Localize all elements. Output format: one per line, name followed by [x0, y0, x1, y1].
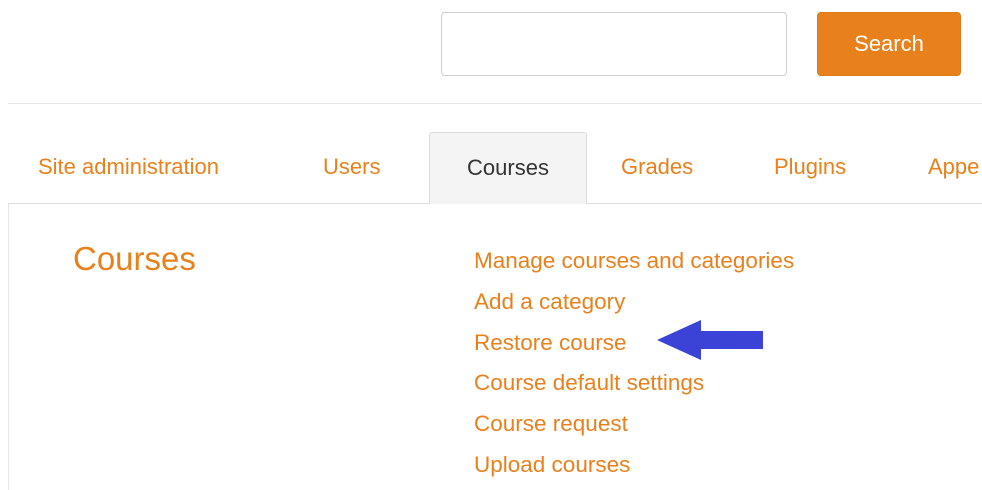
- section-title: Courses: [73, 240, 196, 277]
- tab-courses[interactable]: Courses: [429, 132, 587, 204]
- link-course-default-settings[interactable]: Course default settings: [474, 366, 794, 407]
- tab-plugins[interactable]: Plugins: [774, 132, 846, 203]
- tab-site-administration[interactable]: Site administration: [38, 132, 219, 203]
- arrow-left-icon: [657, 320, 763, 360]
- search-input[interactable]: [441, 12, 787, 76]
- admin-tabs: Site administration Users Courses Grades…: [8, 132, 982, 204]
- link-upload-courses[interactable]: Upload courses: [474, 448, 794, 489]
- link-course-request[interactable]: Course request: [474, 407, 794, 448]
- courses-link-list: Manage courses and categories Add a cate…: [474, 244, 794, 489]
- search-button[interactable]: Search: [817, 12, 961, 76]
- link-manage-courses-and-categories[interactable]: Manage courses and categories: [474, 244, 794, 285]
- header-divider: [8, 103, 982, 104]
- tab-grades[interactable]: Grades: [621, 132, 693, 203]
- tab-appearance[interactable]: Appe: [928, 132, 979, 203]
- tab-users[interactable]: Users: [323, 132, 380, 203]
- content-border: [8, 204, 9, 490]
